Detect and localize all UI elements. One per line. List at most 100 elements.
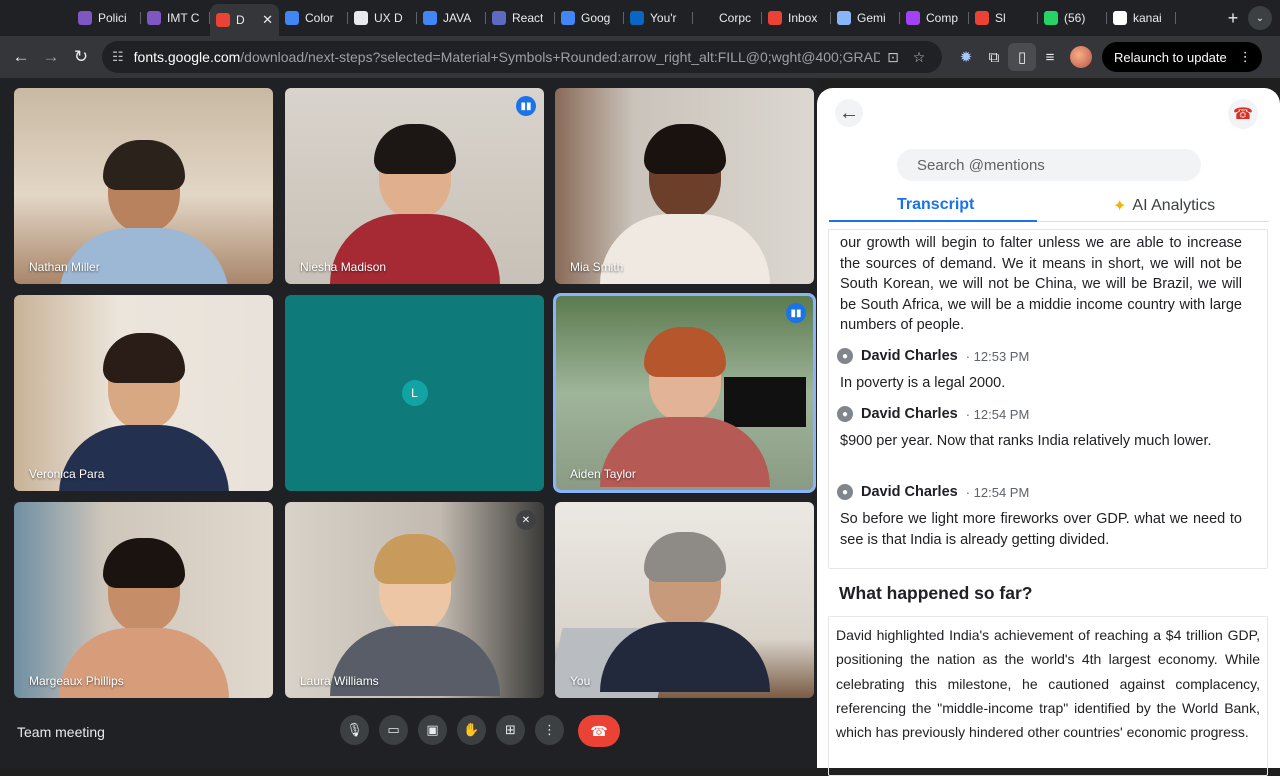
tab-ai-label: AI Analytics [1132, 197, 1216, 214]
tab-transcript[interactable]: Transcript [897, 196, 974, 214]
back-arrow-icon[interactable]: ← [835, 99, 863, 127]
tab-title: UX D [374, 11, 403, 25]
participant-tile[interactable]: Veronica Para [14, 295, 273, 491]
tab-favicon-icon [1044, 11, 1058, 25]
tab-title: Inbox [788, 11, 818, 25]
translate-icon[interactable]: ⊡ [880, 49, 906, 66]
browser-tab[interactable]: IMT C [141, 4, 210, 32]
media-controls-icon[interactable]: ≡ [1036, 43, 1064, 71]
person-avatar-icon: ● [837, 348, 853, 364]
tab-favicon-icon [354, 11, 368, 25]
participant-tile[interactable]: ✕ Laura Williams [285, 502, 544, 698]
browser-tab[interactable]: Polici [72, 4, 141, 32]
microphone-icon[interactable]: 🎙 [340, 715, 369, 745]
tab-favicon-icon [837, 11, 851, 25]
extension-gemini-icon[interactable]: ✹ [952, 43, 980, 71]
summary-heading: What happened so far? [839, 583, 1033, 603]
relaunch-button[interactable]: Relaunch to update ⋮ [1102, 42, 1262, 72]
call-controls: 🎙 ▭ ▣ ✋ ⊞ ⋮ ☎ [340, 715, 620, 747]
browser-tab[interactable]: (56) [1038, 4, 1107, 32]
tab-title: kanai [1133, 11, 1162, 25]
browser-tab[interactable]: Corpc [693, 4, 762, 32]
present-screen-icon[interactable]: ⊞ [496, 715, 525, 745]
back-arrow-icon[interactable]: ← [6, 42, 36, 72]
summary-text: David highlighted India's achievement of… [828, 616, 1268, 776]
extensions-puzzle-icon[interactable]: ⧉ [980, 43, 1008, 71]
speaker-time: · 12:54 PM [965, 484, 1030, 500]
transcript-text: So before we light more fireworks over G… [840, 511, 1242, 548]
panel-tabs: Transcript ✦ AI Analytics [829, 192, 1269, 222]
participant-name: Laura Williams [300, 674, 379, 688]
participant-name: Veronica Para [29, 467, 105, 481]
participant-tile[interactable]: ▮▮ Niesha Madison [285, 88, 544, 284]
tab-search-icon[interactable]: ⌄ [1248, 6, 1272, 30]
participant-tile[interactable]: Nathan Miller [14, 88, 273, 284]
participant-tile[interactable]: L [285, 295, 544, 491]
speaking-indicator-icon: ▮▮ [516, 96, 536, 116]
participant-name: Nathan Miller [29, 260, 100, 274]
tab-title: You'r [650, 11, 677, 25]
tab-close-icon[interactable]: ✕ [262, 12, 273, 28]
participant-tile[interactable]: Mia Smith [555, 88, 814, 284]
transcript-text: $900 per year. Now that ranks India rela… [840, 433, 1212, 449]
speaker-time: · 12:53 PM [965, 348, 1030, 364]
browser-tab[interactable]: Comp [900, 4, 969, 32]
participant-tile[interactable]: Margeaux Phillips [14, 502, 273, 698]
participant-name: Mia Smith [570, 260, 624, 274]
end-call-button[interactable]: ☎ [578, 715, 620, 747]
speaker-name: David Charles [861, 406, 958, 422]
tab-favicon-icon [492, 11, 506, 25]
browser-tab[interactable]: Gemi [831, 4, 900, 32]
browser-tab[interactable]: You'r [624, 4, 693, 32]
browser-tab-strip: Polici IMT C D ✕ Color UX D JAVA React Goog You'r… [0, 0, 1280, 36]
tab-title: Goog [581, 11, 611, 25]
tab-divider [1037, 221, 1269, 222]
tab-title: Sl [995, 11, 1006, 25]
raise-hand-icon[interactable]: ✋ [457, 715, 486, 745]
tab-favicon-icon [147, 11, 161, 25]
participant-video [599, 321, 770, 491]
captions-icon[interactable]: ▣ [418, 715, 447, 745]
browser-tab[interactable]: Sl [969, 4, 1038, 32]
browser-tab[interactable]: Goog [555, 4, 624, 32]
site-settings-icon[interactable]: ☷ [112, 49, 124, 65]
tab-title: Gemi [857, 11, 886, 25]
address-bar[interactable]: ☷ fonts.google.com/download/next-steps?s… [102, 41, 942, 73]
profile-avatar[interactable] [1070, 46, 1092, 68]
browser-tab[interactable]: JAVA [417, 4, 486, 32]
browser-tab[interactable]: Inbox [762, 4, 831, 32]
transcript-speaker: ● David Charles · 12:53 PM [837, 348, 1029, 364]
tab-ai-analytics[interactable]: ✦ AI Analytics [1113, 196, 1215, 216]
new-tab-button[interactable]: + [1218, 8, 1248, 29]
browser-toolbar: ← → ↻ ☷ fonts.google.com/download/next-s… [0, 36, 1280, 78]
window-controls [0, 0, 72, 36]
tab-title: (56) [1064, 11, 1086, 25]
transcript-list[interactable]: our growth will begin to falter unless w… [828, 229, 1268, 569]
mentions-search-input[interactable]: Search @mentions [897, 149, 1201, 181]
more-options-icon[interactable]: ⋮ [535, 715, 564, 745]
browser-tab[interactable]: React [486, 4, 555, 32]
camera-icon[interactable]: ▭ [379, 715, 408, 745]
url-path: /download/next-steps?selected=Material+S… [240, 49, 880, 65]
participant-tile[interactable]: You [555, 502, 814, 698]
tab-favicon-icon [1113, 11, 1127, 25]
browser-tab[interactable]: D ✕ [210, 4, 279, 36]
participant-video [58, 321, 229, 491]
tab-title: JAVA [443, 11, 472, 25]
url-host: fonts.google.com [133, 49, 241, 65]
browser-tab[interactable]: kanai [1107, 4, 1176, 32]
menu-kebab-icon[interactable]: ⋮ [1239, 49, 1252, 65]
participant-tile-active-speaker[interactable]: ▮▮ Aiden Taylor [553, 293, 816, 493]
tab-title: Comp [926, 11, 959, 25]
side-panel-icon[interactable]: ▯ [1008, 43, 1036, 71]
browser-tab[interactable]: UX D [348, 4, 417, 32]
reload-icon[interactable]: ↻ [66, 42, 96, 72]
bookmark-star-icon[interactable]: ☆ [906, 49, 932, 66]
tab-favicon-icon [285, 11, 299, 25]
forward-arrow-icon[interactable]: → [36, 42, 66, 72]
person-avatar-icon: ● [837, 406, 853, 422]
participant-name: Niesha Madison [300, 260, 387, 274]
url-text[interactable]: fonts.google.com/download/next-steps?sel… [134, 49, 880, 65]
phone-icon[interactable]: ☎ [1228, 99, 1258, 129]
browser-tab[interactable]: Color [279, 4, 348, 32]
